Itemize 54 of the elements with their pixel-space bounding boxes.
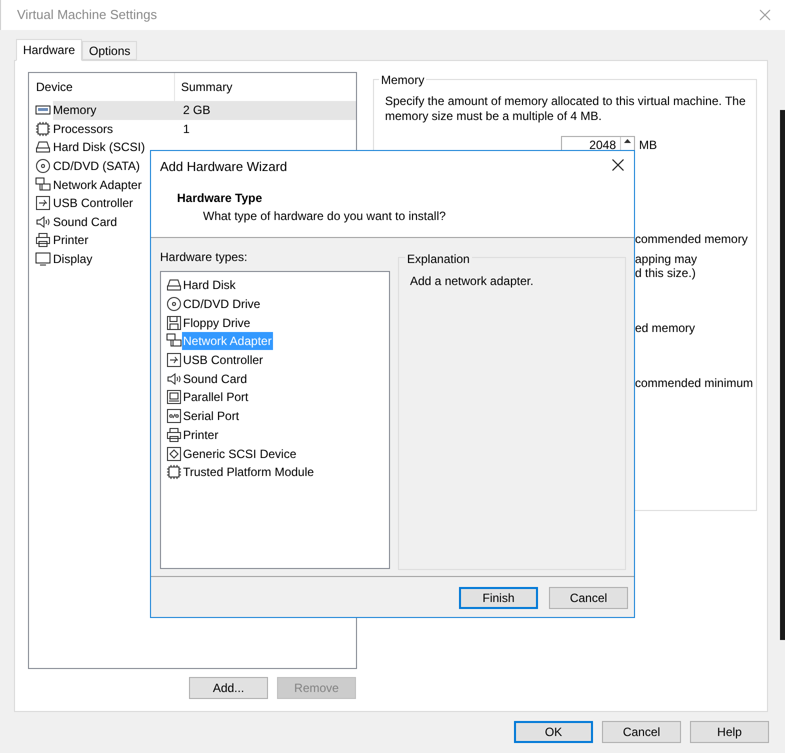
hardware-type-item[interactable]: Hard Disk — [182, 276, 237, 294]
hard-disk-icon — [166, 277, 182, 294]
network-icon — [35, 176, 51, 193]
disc-icon — [35, 158, 51, 174]
dialog-button[interactable]: Help — [690, 721, 769, 743]
close-icon[interactable] — [612, 159, 624, 171]
window-title: Virtual Machine Settings — [17, 6, 157, 24]
port-icon — [166, 389, 182, 406]
device-row[interactable]: Memory 2 GB — [53, 101, 356, 120]
usb-icon — [166, 352, 182, 368]
chip-icon — [35, 120, 51, 137]
printer-icon — [35, 232, 51, 248]
unit-label: MB — [639, 137, 657, 154]
memory-note-text: ed memory — [635, 321, 696, 335]
hardware-type-item[interactable]: Parallel Port — [182, 388, 250, 406]
monitor-icon — [35, 251, 51, 268]
hardware-type-item[interactable]: Generic SCSI Device — [182, 444, 298, 463]
memory-note-text: d this size.) — [635, 266, 697, 280]
dialog-button[interactable]: Add... — [189, 677, 268, 699]
usb-icon — [35, 195, 51, 212]
floppy-icon — [166, 314, 182, 331]
hardware-type-item[interactable]: USB Controller — [182, 351, 264, 370]
explanation-text: Add a network adapter. — [410, 273, 534, 290]
column-header[interactable]: Summary — [175, 78, 232, 96]
dialog-button[interactable]: Cancel — [602, 721, 681, 743]
port-icon — [166, 408, 182, 424]
memory-note-text: commended memory — [635, 232, 749, 246]
memory-description: Specify the amount of memory allocated to this virtual machine. The memory size must be a multiple of 4 MB. — [385, 94, 747, 124]
dialog-button[interactable]: Finish — [459, 587, 538, 609]
wizard-heading: Hardware Type — [177, 190, 262, 207]
speaker-icon — [166, 370, 182, 387]
wizard-subheading: What type of hardware do you want to install? — [203, 208, 446, 225]
printer-icon — [166, 426, 182, 443]
hardware-type-item[interactable]: Sound Card — [182, 370, 248, 388]
tab[interactable]: Hardware — [16, 39, 82, 61]
hard-disk-icon — [35, 139, 51, 156]
device-row[interactable]: Processors 1 — [53, 120, 356, 138]
up-arrow-icon[interactable] — [624, 139, 631, 143]
hardware-type-item[interactable]: Serial Port — [182, 407, 240, 426]
memory-note-text: commended minimum — [635, 376, 754, 390]
dialog-title: Add Hardware Wizard — [160, 158, 288, 176]
dialog-button[interactable]: OK — [514, 721, 593, 743]
memory-note-text: apping may — [635, 252, 698, 266]
hardware-type-item[interactable]: Trusted Platform Module — [182, 463, 315, 482]
hardware-type-item[interactable]: CD/DVD Drive — [182, 295, 262, 314]
hardware-type-item[interactable]: Printer — [182, 426, 220, 444]
disc-icon — [166, 296, 182, 312]
chip-icon — [166, 464, 182, 480]
speaker-icon — [35, 214, 51, 230]
hardware-type-item[interactable]: Floppy Drive — [182, 314, 252, 332]
dialog-button[interactable]: Cancel — [549, 587, 628, 609]
tab[interactable]: Options — [82, 41, 138, 60]
list-label: Hardware types: — [160, 251, 248, 263]
network-icon — [166, 333, 182, 350]
